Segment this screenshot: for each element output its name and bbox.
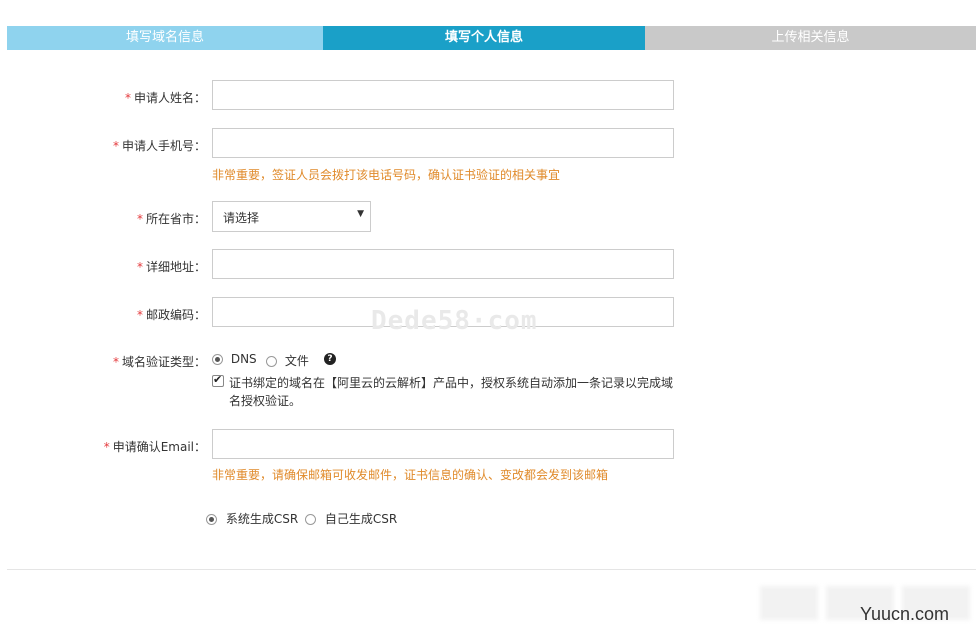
file-radio[interactable] [266,356,277,367]
email-hint: 非常重要，请确保邮箱可收发邮件，证书信息的确认、变改都会发到该邮箱 [212,468,609,482]
address-input[interactable] [212,249,674,279]
email-label: * 申请确认Email： [103,440,206,454]
prev-button[interactable] [760,586,818,620]
csr-self-radio[interactable] [305,514,316,525]
help-icon[interactable]: ? [324,353,336,365]
phone-input[interactable] [212,128,674,158]
address-label: * 详细地址： [136,260,206,274]
step-3: 上传相关信息 [645,26,976,50]
chevron-down-icon: ▼ [357,209,364,219]
verify-dns-option[interactable]: DNS [212,352,257,366]
csr-self-option[interactable]: 自己生成CSR [305,510,397,527]
brand-watermark: Yuucn.com [860,604,950,624]
province-select-value: 请选择 [223,211,260,225]
name-label: * 申请人姓名： [124,91,206,105]
csr-system-option[interactable]: 系统生成CSR [206,510,298,527]
email-input[interactable] [212,429,674,459]
watermark: Dede58·com [371,306,538,336]
step-2: 填写个人信息 [323,26,645,50]
province-select[interactable]: 请选择 ▼ [212,201,371,232]
dns-note: 证书绑定的域名在【阿里云的云解析】产品中，授权系统自动添加一条记录以完成域名授权… [229,376,674,408]
step-1: 填写域名信息 [7,26,323,50]
verify-type-label: * 域名验证类型： [112,355,206,369]
province-label: * 所在省市： [136,212,206,226]
footer-divider [7,569,976,570]
postal-label: * 邮政编码： [136,308,206,322]
dns-auto-checkbox[interactable] [212,373,224,387]
applicant-name-input[interactable] [212,80,674,110]
phone-hint: 非常重要，签证人员会拨打该电话号码，确认证书验证的相关事宜 [212,168,561,182]
verify-file-option[interactable]: 文件 [266,352,309,369]
csr-system-radio[interactable] [206,514,217,525]
progress-steps: 填写域名信息 填写个人信息 上传相关信息 [7,26,976,50]
dns-radio[interactable] [212,354,223,365]
phone-label: * 申请人手机号： [112,139,206,153]
